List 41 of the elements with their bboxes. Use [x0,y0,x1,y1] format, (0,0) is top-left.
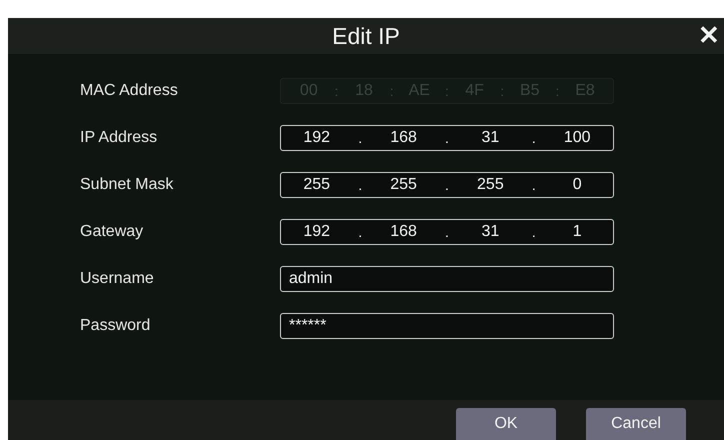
address-field[interactable]: 192 . 168 . 31 . 100 [280,125,614,151]
segment-value: 192 [302,129,331,147]
separator-text: . [532,177,536,193]
dialog-button[interactable]: Cancel [586,408,686,440]
segment-value: 255 [390,176,418,194]
separator-text: . [358,130,362,146]
field-label: MAC Address [80,82,179,100]
segment-value: 100 [563,129,592,147]
segment-value: 168 [390,223,418,241]
address-field[interactable]: 192 . 168 . 31 . 1 [280,219,614,245]
field-label: Password [80,317,152,335]
segment-value: 1 [572,223,583,241]
separator-text: : [555,83,560,99]
segment-value: 31 [480,129,500,147]
field-label: Username [80,270,155,288]
input-field[interactable]: ****** [280,313,614,339]
separator-text: : [500,83,504,99]
separator-text: . [358,177,362,193]
separator-text: . [445,224,449,240]
segment-value: 255 [476,176,504,194]
segment-value: 168 [390,129,418,147]
separator-text: . [445,130,449,146]
dialog-button[interactable]: OK [456,408,556,440]
separator-text: : [444,83,449,99]
field-label: Subnet Mask [80,176,174,194]
separator-text: . [445,177,449,193]
field-label: Gateway [80,223,144,241]
window-title: Edit IP [332,22,400,50]
segment-value: 0 [572,176,583,194]
separator-text: . [532,224,536,240]
segment-value: 31 [480,223,500,241]
field-label: IP Address [80,129,158,147]
separator-text: . [358,224,362,240]
separator-text: : [390,83,394,99]
separator-text: : [334,83,338,99]
close-button[interactable]: ✕ [694,20,724,51]
input-field[interactable]: admin [280,266,614,292]
segment-value: 255 [302,176,331,194]
separator-text: . [532,130,536,146]
segment-value: 192 [302,223,331,241]
address-field[interactable]: 255 . 255 . 255 . 0 [280,172,614,198]
